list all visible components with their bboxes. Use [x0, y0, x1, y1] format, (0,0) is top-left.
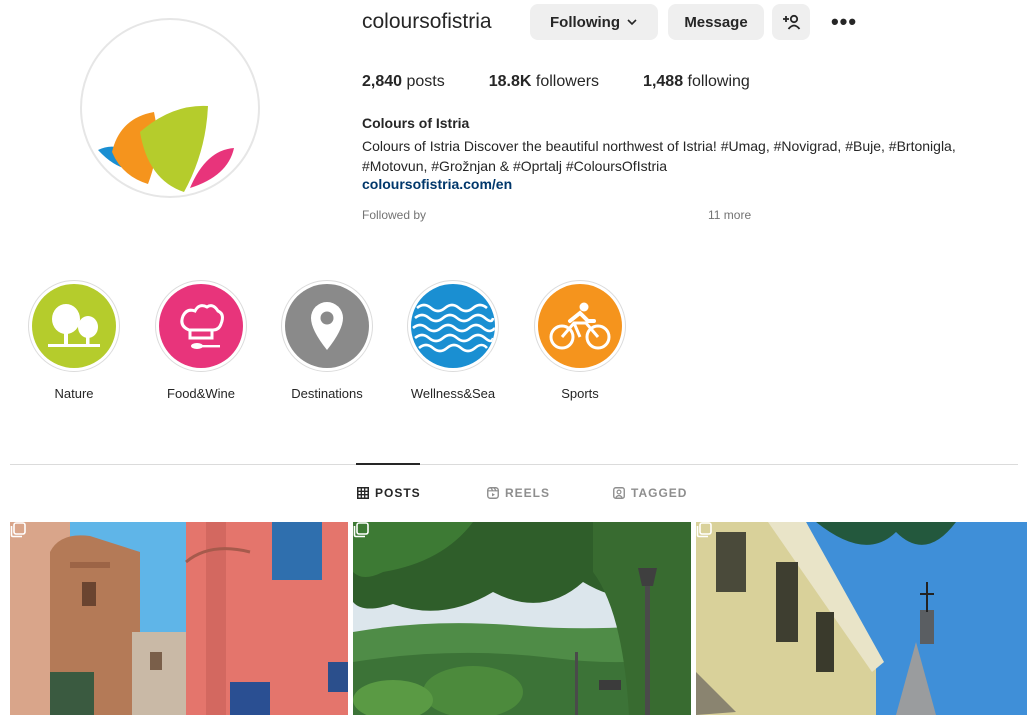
tabs-divider [10, 464, 1018, 465]
cyclist-icon [549, 302, 611, 350]
highlight-ring [155, 280, 247, 372]
active-tab-indicator [356, 463, 420, 465]
followed-by-more[interactable]: 11 more [708, 208, 751, 222]
post-thumbnail[interactable] [10, 522, 348, 715]
trees-icon [48, 304, 100, 347]
posts-count: 2,840 [362, 73, 403, 90]
highlight-cover [285, 284, 369, 368]
following-count: 1,488 [643, 73, 684, 90]
more-options-icon[interactable]: ••• [826, 6, 862, 38]
following-button-label: Following [550, 13, 620, 31]
highlight-cover [159, 284, 243, 368]
tab-reels-label: REELS [505, 486, 551, 500]
highlight-cover [411, 284, 495, 368]
following-button[interactable]: Following [530, 4, 658, 40]
post-thumbnail[interactable] [353, 522, 691, 715]
highlight-sports[interactable]: Sports [520, 280, 640, 401]
followers-stat[interactable]: 18.8K followers [489, 73, 599, 91]
following-stat[interactable]: 1,488 following [643, 73, 750, 91]
map-pin-icon [311, 302, 343, 350]
reels-icon [487, 487, 499, 499]
posts-stat[interactable]: 2,840 posts [362, 73, 445, 91]
followers-count: 18.8K [488, 73, 532, 90]
add-user-button[interactable] [772, 4, 810, 40]
colours-of-istria-logo [98, 105, 234, 192]
add-user-icon [783, 14, 801, 30]
highlight-ring [281, 280, 373, 372]
highlight-wellness-sea[interactable]: Wellness&Sea [393, 280, 513, 401]
profile-bio: Colours of Istria Discover the beautiful… [362, 138, 956, 174]
multiple-photos-icon [696, 522, 712, 538]
highlight-label: Wellness&Sea [410, 386, 496, 401]
post-image-church-tower [696, 522, 1027, 715]
tab-tagged[interactable]: TAGGED [613, 486, 687, 500]
post-image-green-valley [353, 522, 691, 715]
profile-avatar[interactable] [80, 18, 260, 198]
highlight-label: Destinations [291, 386, 363, 401]
followed-by-text[interactable]: Followed by [362, 208, 426, 222]
highlight-ring [28, 280, 120, 372]
highlight-destinations[interactable]: Destinations [267, 280, 387, 401]
followers-label: followers [535, 73, 600, 90]
posts-label: posts [406, 73, 445, 90]
waves-icon [412, 303, 495, 353]
highlight-cover [32, 284, 116, 368]
multiple-photos-icon [10, 522, 26, 538]
tagged-icon [613, 487, 625, 499]
tab-posts[interactable]: POSTS [357, 486, 421, 500]
profile-full-name: Colours of Istria [362, 115, 470, 131]
tab-tagged-label: TAGGED [631, 486, 688, 500]
chevron-down-icon [627, 19, 637, 26]
message-button[interactable]: Message [668, 4, 764, 40]
profile-website-link[interactable]: coloursofistria.com/en [362, 176, 512, 192]
highlight-ring [534, 280, 626, 372]
highlight-ring [407, 280, 499, 372]
following-label: following [687, 73, 750, 90]
tab-reels[interactable]: REELS [487, 486, 550, 500]
highlight-nature[interactable]: Nature [14, 280, 134, 401]
profile-username: coloursofistria [362, 10, 492, 33]
tab-posts-label: POSTS [375, 486, 421, 500]
multiple-photos-icon [353, 522, 369, 538]
highlight-label: Sports [561, 386, 599, 401]
highlight-food-wine[interactable]: Food&Wine [141, 280, 261, 401]
post-image-old-town-street [10, 522, 348, 715]
post-thumbnail[interactable] [696, 522, 1027, 715]
chef-hat-icon [180, 304, 224, 349]
grid-icon [357, 487, 369, 499]
highlight-label: Nature [54, 386, 94, 401]
profile-stats: 2,840 posts 18.8K followers 1,488 follow… [362, 73, 794, 91]
highlight-label: Food&Wine [167, 386, 235, 401]
highlight-cover [538, 284, 622, 368]
message-button-label: Message [684, 13, 748, 31]
